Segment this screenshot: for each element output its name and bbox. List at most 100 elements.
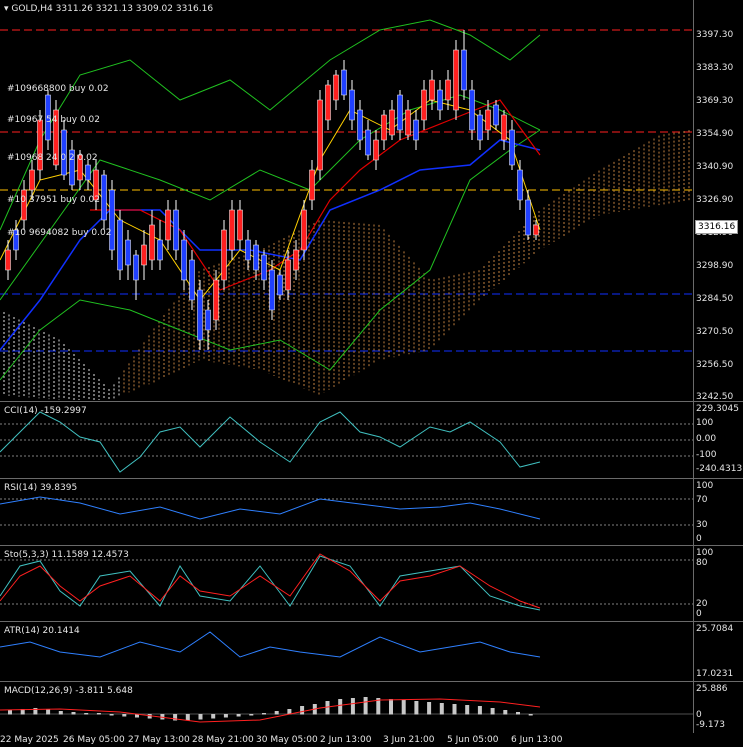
rsi-tick: 100 <box>696 481 714 491</box>
order-label-5[interactable]: #10 9694082 buy 0.02 <box>7 228 111 238</box>
time-tick: 5 Jun 05:00 <box>447 735 499 745</box>
macd-bar <box>249 714 254 716</box>
candle-body <box>381 114 387 141</box>
ohlc-values: 3311.26 3321.13 3309.02 3316.16 <box>55 4 214 14</box>
candle-body <box>325 84 331 121</box>
time-tick: 30 May 05:00 <box>256 735 318 745</box>
atr-title: ATR(14) 20.1414 <box>4 626 80 636</box>
order-label-1[interactable]: #109668800 buy 0.02 <box>7 84 109 94</box>
cci-tick: -240.4313 <box>696 464 743 474</box>
macd-bar <box>8 710 12 715</box>
atr-axis: 25.7084 17.0231 <box>693 622 743 681</box>
order-label-3[interactable]: #10968 24 0 2 0.02 <box>7 153 98 163</box>
stochastic-title: Sto(5,3,3) 11.1589 12.4573 <box>4 550 129 560</box>
dropdown-arrow-icon[interactable]: ▾ <box>4 4 9 14</box>
symbol-label: GOLD,H4 <box>11 4 53 14</box>
price-chart[interactable] <box>0 0 693 401</box>
candle-body <box>437 89 443 111</box>
candle-body <box>357 109 363 141</box>
sto-signal-line <box>0 553 541 609</box>
macd-bar <box>490 708 495 715</box>
stochastic-pane[interactable]: Sto(5,3,3) 11.1589 12.4573 <box>0 546 693 621</box>
macd-bar <box>96 713 101 715</box>
macd-signal-line <box>0 698 541 723</box>
main-chart-pane[interactable]: ▾ GOLD,H4 3311.26 3321.13 3309.02 3316.1… <box>0 0 693 401</box>
macd-bar <box>223 714 228 718</box>
cci-tick: 0.00 <box>696 434 717 444</box>
macd-bar <box>236 714 241 717</box>
candle-body <box>109 189 115 251</box>
macd-bar <box>211 714 216 719</box>
atr-pane[interactable]: ATR(14) 20.1414 <box>0 622 693 681</box>
sto-tick: 20 <box>696 599 708 609</box>
candle-body <box>389 109 395 136</box>
candle-body <box>477 114 483 141</box>
candle-body <box>517 169 523 201</box>
time-axis[interactable]: 22 May 2025 26 May 05:00 27 May 13:00 28… <box>0 733 743 747</box>
rsi-title: RSI(14) 39.8395 <box>4 483 78 493</box>
macd-bar <box>185 714 190 721</box>
cci-tick: -100 <box>696 450 717 460</box>
cci-pane[interactable]: CCI(14) -159.2997 <box>0 402 693 478</box>
macd-bar <box>198 714 203 720</box>
candle-body <box>317 99 323 171</box>
cci-indicator <box>0 411 693 473</box>
candle-body <box>341 69 347 96</box>
macd-pane[interactable]: MACD(12,26,9) -3.811 5.648 <box>0 682 693 733</box>
time-tick: 28 May 21:00 <box>192 735 254 745</box>
candle-body <box>141 244 147 266</box>
candle-body <box>205 309 211 331</box>
macd-bar <box>427 702 432 715</box>
candle-body <box>221 229 227 281</box>
candle-body <box>301 209 307 251</box>
candle-body <box>461 49 467 91</box>
candle-body <box>149 224 155 261</box>
macd-bar <box>439 703 444 715</box>
macd-bar <box>109 714 114 716</box>
candle-body <box>485 109 491 131</box>
candle-body <box>365 129 371 156</box>
macd-tick: 0 <box>696 710 702 720</box>
rsi-pane[interactable]: RSI(14) 39.8395 <box>0 479 693 545</box>
rsi-tick: 70 <box>696 495 708 505</box>
candle-body <box>117 219 123 271</box>
macd-bar <box>401 700 406 715</box>
macd-bar <box>274 711 279 715</box>
candle-body <box>173 209 179 251</box>
price-axis[interactable]: 3397.30 3383.30 3369.30 3354.90 3340.90 … <box>693 0 743 402</box>
time-tick: 26 May 05:00 <box>63 735 125 745</box>
macd-tick: -9.173 <box>696 720 726 730</box>
macd-title: MACD(12,26,9) -3.811 5.648 <box>4 686 133 696</box>
candle-body <box>197 289 203 341</box>
price-tick: 3326.90 <box>696 195 734 205</box>
candle-body <box>245 239 251 261</box>
cci-title: CCI(14) -159.2997 <box>4 406 87 416</box>
candle-body <box>29 169 35 191</box>
rsi-indicator <box>0 496 693 526</box>
order-label-2[interactable]: #10967 54 buy 0.02 <box>7 115 100 125</box>
candle-body <box>429 79 435 101</box>
candle-body <box>501 114 507 141</box>
candle-body <box>237 209 243 241</box>
time-tick: 22 May 2025 <box>0 735 59 745</box>
price-tick: 3397.30 <box>696 30 734 40</box>
candle-body <box>333 74 339 101</box>
rsi-line <box>0 496 541 520</box>
candle-body <box>469 89 475 131</box>
macd-bar <box>503 710 508 715</box>
cci-tick: 100 <box>696 418 714 428</box>
macd-bar <box>325 701 330 715</box>
rsi-axis: 100 70 30 0 <box>693 479 743 545</box>
macd-bar <box>262 713 266 715</box>
price-tick: 3298.90 <box>696 261 734 271</box>
candle-body <box>261 254 267 281</box>
macd-bar <box>58 711 63 715</box>
cci-axis: 229.3045 100 0.00 -100 -240.4313 <box>693 402 743 478</box>
candle-body <box>509 129 515 166</box>
order-label-4[interactable]: #10 37951 buy 0.02 <box>7 195 100 205</box>
macd-bar <box>46 709 51 715</box>
macd-bar <box>338 699 343 715</box>
candle-body <box>285 259 291 291</box>
candle-body <box>349 89 355 121</box>
macd-bar <box>71 712 76 715</box>
